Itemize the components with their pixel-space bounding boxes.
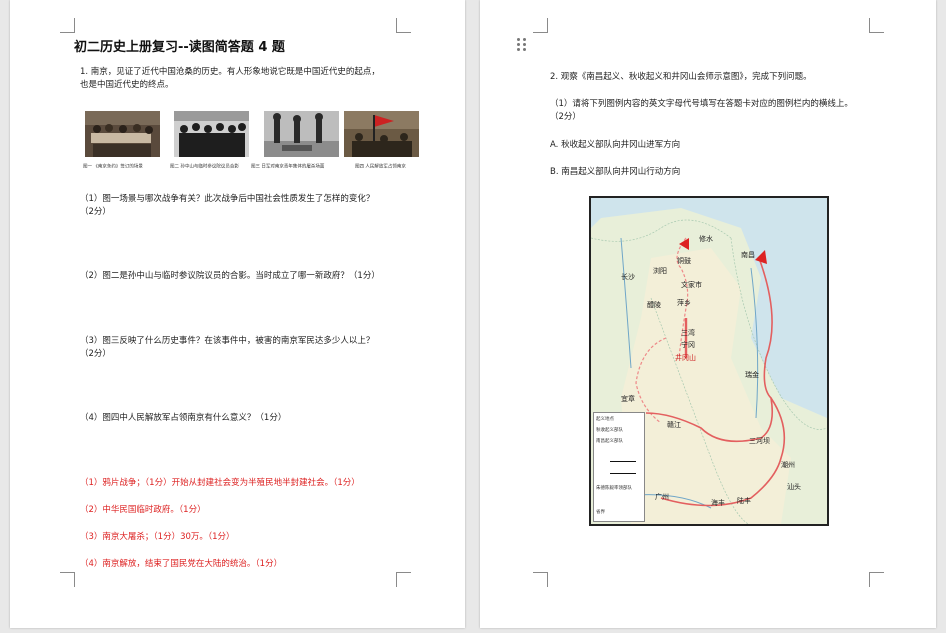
option-b[interactable]: B. 南昌起义部队向井冈山行动方向: [550, 166, 680, 179]
legend-item: 南昌起义部队: [596, 439, 623, 444]
legend-item: 省界: [596, 510, 605, 515]
legend-blank-line-a[interactable]: [610, 461, 636, 462]
map-label-changsha: 长沙: [621, 273, 635, 281]
q1-sub1-line1[interactable]: （1）图一场景与哪次战争有关？此次战争后中国社会性质发生了怎样的变化？: [80, 193, 374, 206]
q1-intro-line2[interactable]: 也是中国近代史的终点。: [80, 79, 174, 92]
crop-mark: [60, 572, 75, 587]
photo-nanjing-massacre: [264, 111, 339, 157]
page-title[interactable]: 初二历史上册复习--读图简答题 4 题: [74, 36, 285, 55]
legend-blank-line-b[interactable]: [610, 473, 636, 474]
q1-sub3-line2[interactable]: （2分）: [80, 348, 111, 361]
map-label-ninggang: 宁冈: [681, 341, 695, 349]
crop-mark: [533, 572, 548, 587]
answer-3[interactable]: （3）南京大屠杀；（1分）30万。（1分）: [80, 531, 235, 544]
q1-sub1-line2[interactable]: （2分）: [80, 206, 111, 219]
map-label-ruijin: 瑞金: [745, 371, 759, 379]
map-label-liling: 醴陵: [647, 301, 661, 309]
q2-sub1-line2[interactable]: （2分）: [550, 111, 581, 124]
crop-mark: [869, 572, 884, 587]
legend-item: 起义地点: [596, 417, 614, 422]
map-label-chaozhou: 潮州: [781, 461, 795, 469]
photo-treaty-of-nanjing: [85, 111, 160, 157]
map-label-haifeng: 海丰: [711, 499, 725, 507]
map-legend: 起义地点 秋收起义部队 南昌起义部队 朱德陈毅率领部队 省界: [593, 412, 645, 522]
crop-mark: [533, 18, 548, 33]
q1-intro-line1[interactable]: 1. 南京，见证了近代中国沧桑的历史。有人形象地说它既是中国近代史的起点，: [80, 66, 380, 79]
drag-handle-icon[interactable]: [517, 38, 527, 52]
map-label-jinggangshan: 井冈山: [675, 354, 696, 362]
q2-sub1-line1[interactable]: （1）请将下列图例内容的英文字母代号填写在答题卡对应的图例栏内的横线上。: [550, 98, 853, 111]
map-label-ganjiang: 赣江: [667, 421, 681, 429]
map-label-shantou: 汕头: [787, 483, 801, 491]
map-label-wenjiashi: 文家市: [681, 281, 702, 289]
caption-photo-1: 图一 《南京条约》签订的场景: [83, 163, 143, 170]
map-label-pingxiang: 萍乡: [677, 299, 691, 307]
caption-photo-4: 图四 人民解放军占领南京: [355, 163, 406, 170]
q1-sub2[interactable]: （2）图二是孙中山与临时参议院议员的合影。当时成立了哪一新政府？（1分）: [80, 270, 380, 283]
map-label-xiushui: 修水: [699, 235, 713, 243]
q1-sub4[interactable]: （4）图四中人民解放军占领南京有什么意义？（1分）: [80, 412, 286, 425]
answer-1[interactable]: （1）鸦片战争；（1分）开始从封建社会变为半殖民地半封建社会。（1分）: [80, 477, 360, 490]
map-label-liuyang: 浏阳: [653, 267, 667, 275]
caption-photo-3: 图三 日军对南京青年集体的屠杀场面: [251, 163, 325, 170]
map-label-yizhang: 宜章: [621, 395, 635, 403]
photo-pla-occupies-nanjing: [344, 111, 419, 157]
crop-mark: [869, 18, 884, 33]
map-label-nanchang: 南昌: [741, 251, 755, 259]
photo-sun-yatsen-group: [174, 111, 249, 157]
document-page-right: 2. 观察《南昌起义、秋收起义和井冈山会师示意图》，完成下列问题。 （1）请将下…: [480, 0, 936, 628]
q1-sub3-line1[interactable]: （3）图三反映了什么历史事件？在该事件中，被害的南京军民达多少人以上？: [80, 335, 374, 348]
map-label-tonggu: 铜鼓: [677, 257, 691, 265]
uprising-route-map: 南昌 长沙 浏阳 修水 铜鼓 文家市 萍乡 醴陵 三湾 宁冈 井冈山 瑞金 三河…: [589, 196, 829, 526]
legend-item: 秋收起义部队: [596, 428, 623, 433]
map-label-sanwan: 三湾: [681, 329, 695, 337]
legend-item: 朱德陈毅率领部队: [596, 486, 632, 491]
q2-intro[interactable]: 2. 观察《南昌起义、秋收起义和井冈山会师示意图》，完成下列问题。: [550, 71, 812, 84]
option-a[interactable]: A. 秋收起义部队向井冈山进军方向: [550, 139, 680, 152]
map-label-guangzhou: 广州: [655, 493, 669, 501]
map-label-lufeng: 陆丰: [737, 497, 751, 505]
answer-2[interactable]: （2）中华民国临时政府。（1分）: [80, 504, 206, 517]
crop-mark: [60, 18, 75, 33]
map-label-sanhebei: 三河坝: [749, 437, 770, 445]
caption-photo-2: 图二 孙中山与临时参议院议员合影: [170, 163, 239, 170]
crop-mark: [396, 18, 411, 33]
crop-mark: [396, 572, 411, 587]
answer-4[interactable]: （4）南京解放，结束了国民党在大陆的统治。（1分）: [80, 558, 282, 571]
document-page-left: 初二历史上册复习--读图简答题 4 题 1. 南京，见证了近代中国沧桑的历史。有…: [10, 0, 465, 628]
